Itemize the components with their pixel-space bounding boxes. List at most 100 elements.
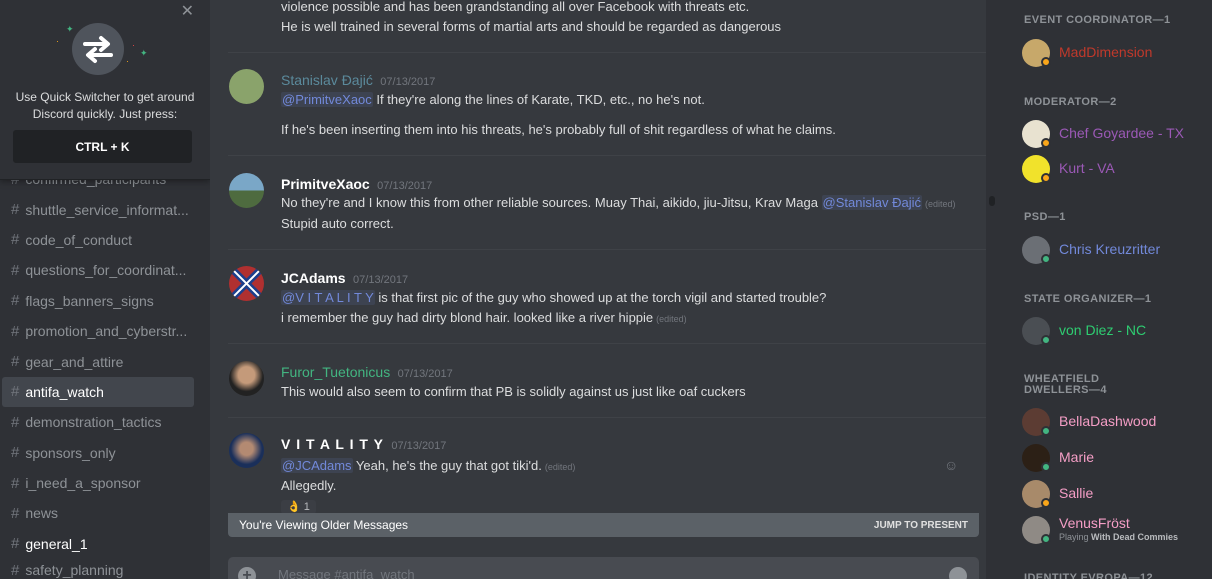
channel-label: questions_for_coordinat... bbox=[25, 262, 187, 279]
member-name: Kurt - VA bbox=[1059, 160, 1115, 176]
status-dot bbox=[1041, 534, 1051, 544]
message-author[interactable]: PrimitveXaoc bbox=[281, 176, 370, 192]
member-item[interactable]: BellaDashwood bbox=[1022, 406, 1212, 438]
member-item[interactable]: VenusFröst Playing With Dead Commies bbox=[1022, 514, 1212, 546]
flag-icon bbox=[229, 266, 264, 301]
channel-code-of-conduct[interactable]: # code_of_conduct bbox=[2, 225, 194, 255]
upload-plus-icon[interactable]: + bbox=[238, 567, 256, 579]
channel-news[interactable]: # news bbox=[2, 498, 194, 528]
message-author[interactable]: Stanislav Đajić bbox=[281, 72, 373, 88]
avatar[interactable] bbox=[229, 361, 264, 396]
edited-label: (edited) bbox=[544, 462, 576, 472]
message-line: He is well trained in several forms of m… bbox=[281, 19, 782, 34]
member-item[interactable]: Chris Kreuzritter bbox=[1022, 234, 1212, 266]
message-author[interactable]: JCAdams bbox=[281, 270, 346, 286]
channel-label: antifa_watch bbox=[25, 383, 104, 400]
hash-icon: # bbox=[11, 413, 20, 431]
member-group-header: PSD—1 bbox=[1024, 211, 1066, 223]
message-divider bbox=[228, 417, 988, 418]
hash-icon: # bbox=[11, 322, 20, 340]
message-timestamp: 07/13/2017 bbox=[391, 440, 447, 452]
channel-i-need-a-sponsor[interactable]: # i_need_a_sponsor bbox=[2, 468, 194, 498]
channel-shuttle-service-informat[interactable]: # shuttle_service_informat... bbox=[2, 194, 194, 224]
status-dot bbox=[1041, 138, 1051, 148]
member-item[interactable]: Marie bbox=[1022, 442, 1212, 474]
avatar[interactable] bbox=[229, 69, 264, 104]
message-text: i remember the guy had dirty blond hair.… bbox=[281, 310, 654, 325]
user-mention[interactable]: @JCAdams bbox=[281, 458, 353, 473]
channel-antifa-watch[interactable]: # antifa_watch bbox=[2, 376, 194, 408]
channel-label: safety_planning bbox=[25, 562, 124, 579]
member-item[interactable]: Chef Goyardee - TX bbox=[1022, 118, 1212, 150]
member-item[interactable]: Sallie bbox=[1022, 478, 1212, 510]
older-messages-text: You're Viewing Older Messages bbox=[239, 518, 409, 532]
message-text: No they're and I know this from other re… bbox=[281, 195, 822, 210]
member-list: EVENT COORDINATOR—1 MadDimension MODERATOR… bbox=[996, 0, 1212, 579]
member-name: Chris Kreuzritter bbox=[1059, 241, 1161, 257]
channel-label: demonstration_tactics bbox=[25, 414, 162, 431]
channel-label: news bbox=[25, 505, 59, 522]
message-text: If they're along the lines of Karate, TK… bbox=[372, 92, 705, 107]
avatar[interactable] bbox=[229, 266, 264, 301]
channel-gear-and-attire[interactable]: # gear_and_attire bbox=[2, 346, 194, 376]
member-name: MadDimension bbox=[1059, 44, 1153, 60]
user-mention[interactable]: @PrimitveXaoc bbox=[281, 92, 373, 107]
message-author[interactable]: Furor_Tuetonicus bbox=[281, 364, 390, 380]
message-input[interactable] bbox=[278, 567, 898, 579]
channel-label: code_of_conduct bbox=[25, 231, 132, 248]
swap-arrows-icon bbox=[72, 23, 124, 75]
emoji-icon[interactable] bbox=[949, 567, 967, 579]
member-name: BellaDashwood bbox=[1059, 413, 1157, 429]
member-group-header: IDENTITY EVROPA—12 bbox=[1024, 572, 1154, 579]
scrollbar[interactable] bbox=[986, 0, 996, 579]
sparkle-icon: ✦ bbox=[66, 24, 74, 34]
older-messages-bar[interactable]: You're Viewing Older Messages JUMP TO PR… bbox=[228, 513, 979, 537]
member-item[interactable]: Kurt - VA bbox=[1022, 153, 1212, 185]
hash-icon: # bbox=[11, 292, 20, 310]
message-timestamp: 07/13/2017 bbox=[380, 76, 436, 88]
add-reaction-icon[interactable]: ☺ bbox=[944, 457, 958, 473]
shortcut-key[interactable]: CTRL + K bbox=[13, 130, 192, 163]
member-name: Sallie bbox=[1059, 485, 1094, 501]
member-name: von Diez - NC bbox=[1059, 322, 1147, 338]
reaction-chip[interactable]: 👌 1 bbox=[281, 500, 316, 514]
message-text: This would also seem to confirm that PB … bbox=[281, 384, 746, 399]
message-composer: + bbox=[228, 557, 979, 579]
hash-icon: # bbox=[11, 474, 20, 492]
message-line: violence possible and has been grandstan… bbox=[281, 0, 750, 14]
message-author[interactable]: V I T A L I T Y bbox=[281, 436, 384, 452]
channel-label: gear_and_attire bbox=[25, 353, 124, 370]
hash-icon: # bbox=[11, 383, 20, 401]
channel-sidebar: #confirmed_participants#shuttle_service_… bbox=[0, 0, 210, 579]
member-group-header: MODERATOR—2 bbox=[1024, 96, 1117, 108]
user-mention[interactable]: @Stanislav Đajić bbox=[821, 195, 922, 210]
channel-sponsors-only[interactable]: # sponsors_only bbox=[2, 438, 194, 468]
channel-safety-planning[interactable]: # safety_planning bbox=[2, 555, 194, 579]
status-dot bbox=[1041, 173, 1051, 183]
avatar[interactable] bbox=[229, 173, 264, 208]
member-group-header: EVENT COORDINATOR—1 bbox=[1024, 14, 1171, 26]
member-item[interactable]: von Diez - NC bbox=[1022, 315, 1212, 347]
message-text: Allegedly. bbox=[281, 478, 337, 493]
channel-demonstration-tactics[interactable]: # demonstration_tactics bbox=[2, 407, 194, 437]
close-icon[interactable]: ✕ bbox=[181, 1, 194, 21]
sparkle-icon: · bbox=[132, 40, 135, 50]
message-timestamp: 07/13/2017 bbox=[353, 274, 409, 286]
member-item[interactable]: MadDimension bbox=[1022, 37, 1212, 69]
jump-to-present-button[interactable]: JUMP TO PRESENT bbox=[874, 520, 968, 531]
channel-questions-for-coordinat[interactable]: # questions_for_coordinat... bbox=[2, 255, 194, 285]
scrollbar-thumb[interactable] bbox=[989, 196, 995, 206]
message-divider bbox=[228, 249, 988, 250]
hash-icon: # bbox=[11, 444, 20, 462]
channel-label: promotion_and_cyberstr... bbox=[25, 323, 188, 340]
channel-label: flags_banners_signs bbox=[25, 292, 154, 309]
avatar[interactable] bbox=[229, 433, 264, 468]
user-mention[interactable]: @V I T A L I T Y bbox=[281, 290, 375, 305]
member-group-header: STATE ORGANIZER—1 bbox=[1024, 293, 1152, 305]
edited-label: (edited) bbox=[656, 314, 687, 324]
message-divider bbox=[228, 155, 988, 156]
message-area: violence possible and has been grandstan… bbox=[210, 0, 996, 579]
member-name: VenusFröst bbox=[1059, 515, 1130, 531]
channel-flags-banners-signs[interactable]: # flags_banners_signs bbox=[2, 286, 194, 316]
channel-promotion-and-cyberstr[interactable]: # promotion_and_cyberstr... bbox=[2, 316, 194, 346]
